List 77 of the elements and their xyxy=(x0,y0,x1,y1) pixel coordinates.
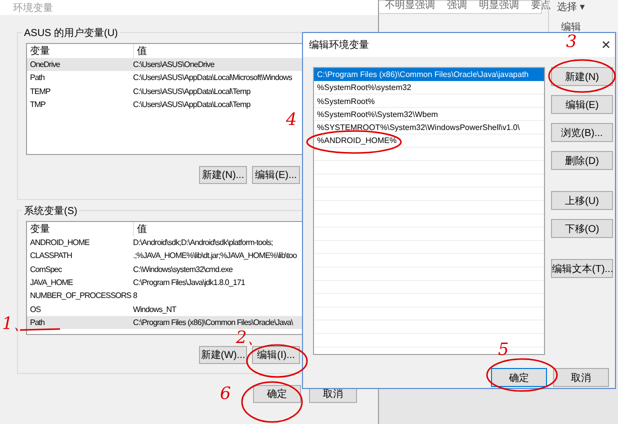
edit-button[interactable]: 编辑(I)... xyxy=(252,346,300,364)
list-item[interactable]: %SystemRoot% xyxy=(314,94,544,108)
group-label: ASUS 的用户变量(U) xyxy=(22,26,120,40)
close-button[interactable]: ✕ xyxy=(600,38,611,52)
new-button[interactable]: 新建(N)... xyxy=(199,166,247,184)
dialog-button[interactable]: 上移(U) xyxy=(551,191,613,210)
table-row[interactable]: TEMP C:\Users\ASUS\AppData\Local\Temp xyxy=(27,84,303,98)
variable-name: TMP xyxy=(29,100,46,110)
column-header[interactable]: 变量 xyxy=(27,222,133,236)
window-title: 环境变量 xyxy=(13,2,53,14)
new-button[interactable]: 新建(W)... xyxy=(199,346,247,364)
group-label: 编辑 xyxy=(560,20,581,34)
table-row[interactable]: ComSpec C:\Windows\system32\cmd.exe xyxy=(27,262,303,276)
variable-name: Path xyxy=(29,73,46,82)
variable-value: D:\Android\sdk;D:\Android\sdk\platform-tools; xyxy=(133,238,273,248)
list-item[interactable]: %SystemRoot%\system32 xyxy=(314,81,544,95)
style-name[interactable]: 强调 xyxy=(447,1,467,13)
variable-name: Path xyxy=(29,318,46,327)
variable-value: .;%JAVA_HOME%\lib\dt.jar;%JAVA_HOME%\lib\too xyxy=(133,251,297,260)
variable-value: Windows_NT xyxy=(133,304,176,314)
select-button[interactable]: 选择 ▾ xyxy=(557,0,585,14)
variable-value: C:\Users\ASUS\AppData\Local\Temp xyxy=(133,100,250,110)
table-row[interactable]: Path C:\Users\ASUS\AppData\Local\Microsoft\Windows xyxy=(27,71,303,85)
annotation-number: 2、 xyxy=(236,330,264,347)
variable-name: ANDROID_HOME xyxy=(29,238,90,248)
table-row[interactable]: CLASSPATH .;%JAVA_HOME%\lib\dt.jar;%JAVA_HOME%\lib\too xyxy=(27,249,303,263)
variable-value: C:\Program Files (x86)\Common Files\Oracle\Java\ xyxy=(133,318,293,327)
annotation-number: 6 xyxy=(220,386,231,403)
dialog-button[interactable]: 删除(D) xyxy=(551,151,613,170)
ok-button[interactable]: 确定 xyxy=(491,368,547,387)
variable-name: NUMBER_OF_PROCESSORS xyxy=(29,291,132,300)
annotation-number: 1、 xyxy=(2,316,30,333)
variable-name: TEMP xyxy=(29,86,52,96)
variable-value: C:\Users\ASUS\AppData\Local\Microsoft\Windows xyxy=(133,73,292,82)
list-item[interactable]: %ANDROID_HOME% xyxy=(314,134,544,148)
variable-value: C:\Program Files\Java\jdk1.8.0_171 xyxy=(133,278,245,288)
variable-name: JAVA_HOME xyxy=(29,278,74,288)
style-name[interactable]: 明显强调 xyxy=(479,1,519,13)
dialog-title: 编辑环境变量 xyxy=(309,38,369,52)
annotation-underline xyxy=(20,328,60,331)
group-label: 系统变量(S) xyxy=(22,204,80,218)
annotation-circle xyxy=(486,358,558,392)
dialog-button[interactable]: 浏览(B)... xyxy=(551,123,613,142)
variable-value: C:\Users\ASUS\AppData\Local\Temp xyxy=(133,86,250,96)
variable-name: OneDrive xyxy=(29,60,61,70)
table-row[interactable]: Path C:\Program Files (x86)\Common Files\Oracle\Java\ xyxy=(27,316,303,330)
list-item[interactable]: C:\Program Files (x86)\Common Files\Oracle\Java\javapath xyxy=(314,68,544,82)
list-item[interactable]: %SYSTEMROOT%\System32\WindowsPowerShell\v1.0\ xyxy=(314,121,544,134)
annotation-number: 5 xyxy=(498,342,509,359)
column-header[interactable]: 值 xyxy=(133,222,147,236)
edit-button[interactable]: 编辑(E)... xyxy=(252,166,300,184)
table-row[interactable]: TMP C:\Users\ASUS\AppData\Local\Temp xyxy=(27,98,303,112)
annotation-circle xyxy=(241,381,303,423)
cancel-button[interactable]: 取消 xyxy=(553,368,609,387)
dialog-button[interactable]: 编辑(E) xyxy=(551,95,613,114)
variable-name: OS xyxy=(29,304,42,314)
table-row[interactable]: OneDrive C:\Users\ASUS\OneDrive xyxy=(27,58,303,72)
variable-name: ComSpec xyxy=(29,264,63,274)
list-item[interactable]: %SystemRoot%\System32\Wbem xyxy=(314,108,544,122)
style-name[interactable]: 不明显强调 xyxy=(385,1,435,13)
table-row[interactable]: NUMBER_OF_PROCESSORS 8 xyxy=(27,289,303,302)
variable-value: C:\Windows\system32\cmd.exe xyxy=(133,264,232,274)
dialog-button[interactable]: 新建(N) xyxy=(551,67,613,86)
variable-value: C:\Users\ASUS\OneDrive xyxy=(133,60,214,70)
annotation-circle xyxy=(246,344,308,378)
variable-value: 8 xyxy=(133,291,137,300)
table-row[interactable]: ANDROID_HOME D:\Android\sdk;D:\Android\sdk\platform-tools; xyxy=(27,236,303,250)
dialog-button[interactable]: 编辑文本(T)... xyxy=(551,259,613,278)
table-row[interactable]: OS Windows_NT xyxy=(27,302,303,316)
annotation-number: 3 xyxy=(566,34,577,51)
annotation-number: 4 xyxy=(286,112,297,129)
annotation-circle xyxy=(548,59,616,93)
variable-name: CLASSPATH xyxy=(29,251,73,260)
column-header[interactable]: 变量 xyxy=(27,44,133,58)
ok-button[interactable]: 确定 xyxy=(253,385,301,403)
dialog-button[interactable]: 下移(O) xyxy=(551,219,613,238)
table-row[interactable]: JAVA_HOME C:\Program Files\Java\jdk1.8.0_171 xyxy=(27,276,303,290)
